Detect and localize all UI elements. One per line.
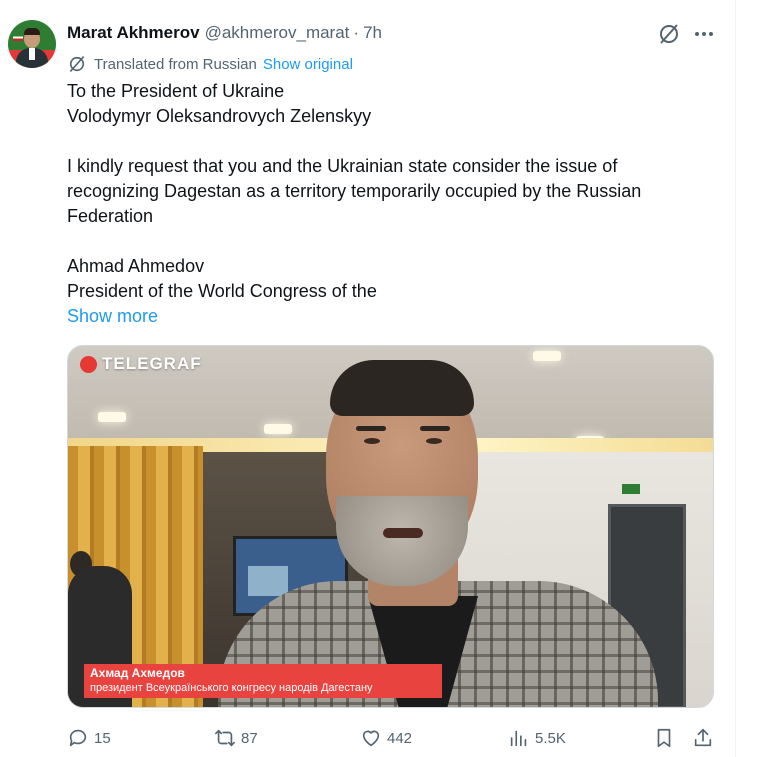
tweet-text-line: To the President of Ukraine	[67, 81, 285, 101]
author-name[interactable]: Marat Akhmerov	[67, 23, 200, 43]
views-count: 5.5K	[535, 729, 566, 747]
tweet-text-line	[67, 229, 717, 254]
translated-label: Translated from Russian	[94, 55, 257, 73]
repost-count: 87	[241, 729, 258, 747]
translation-notice: Translated from Russian Show original	[67, 53, 353, 75]
reply-icon	[69, 729, 87, 747]
reply-button[interactable]: 15	[67, 724, 111, 752]
timeline-divider	[735, 0, 736, 757]
author-handle[interactable]: @akhmerov_marat	[205, 23, 350, 43]
tweet-text-line: President of the World Congress of the	[67, 281, 377, 301]
translate-icon	[69, 55, 85, 73]
tweet-text-line	[67, 129, 717, 154]
tweet-text-line: Federation	[67, 206, 154, 226]
caption-name: Ахмад Ахмедов	[90, 666, 185, 680]
telegraf-logo: TELEGRAF	[80, 354, 202, 374]
show-original-link[interactable]: Show original	[263, 56, 353, 73]
action-bar: 15 87 442 5.5K	[0, 724, 735, 752]
caption-title: президент Всеукраїнського конгресу народ…	[90, 682, 373, 694]
more-dots-icon[interactable]	[692, 22, 716, 46]
avatar[interactable]	[8, 20, 56, 68]
tweet-text-line: Volodymyr Oleksandrovych Zelenskyy	[67, 106, 372, 126]
repost-button[interactable]: 87	[214, 724, 258, 752]
views-button[interactable]: 5.5K	[508, 724, 566, 752]
heart-icon	[362, 730, 380, 747]
repost-icon	[215, 729, 235, 747]
separator-dot: ·	[353, 23, 360, 42]
reply-count: 15	[94, 729, 111, 747]
tweet-text-line: recognizing Dagestan as a territory temp…	[67, 181, 642, 201]
tweet-text: To the President of Ukraine Volodymyr Ol…	[67, 79, 717, 304]
share-button[interactable]	[692, 724, 719, 752]
video-thumbnail[interactable]: TELEGRAF Ахмад Ахмедов президент Всеукра…	[67, 345, 714, 708]
bookmark-icon	[657, 728, 671, 748]
bookmark-button[interactable]	[653, 724, 680, 752]
like-button[interactable]: 442	[360, 724, 412, 752]
tweet-text-line: Ahmad Ahmedov	[67, 256, 205, 276]
tweet-time[interactable]: 7h	[363, 23, 382, 43]
tweet-header: Marat Akhmerov @akhmerov_marat · 7h	[67, 22, 382, 44]
like-count: 442	[387, 729, 413, 747]
grok-icon[interactable]	[657, 22, 681, 46]
tweet-text-line: I kindly request that you and the Ukrain…	[67, 156, 618, 176]
telegraf-logo-text: TELEGRAF	[102, 354, 202, 373]
views-chart-icon	[510, 730, 527, 747]
show-more-link[interactable]: Show more	[67, 304, 158, 329]
share-icon	[694, 728, 712, 747]
video-caption: Ахмад Ахмедов президент Всеукраїнського …	[84, 664, 442, 698]
